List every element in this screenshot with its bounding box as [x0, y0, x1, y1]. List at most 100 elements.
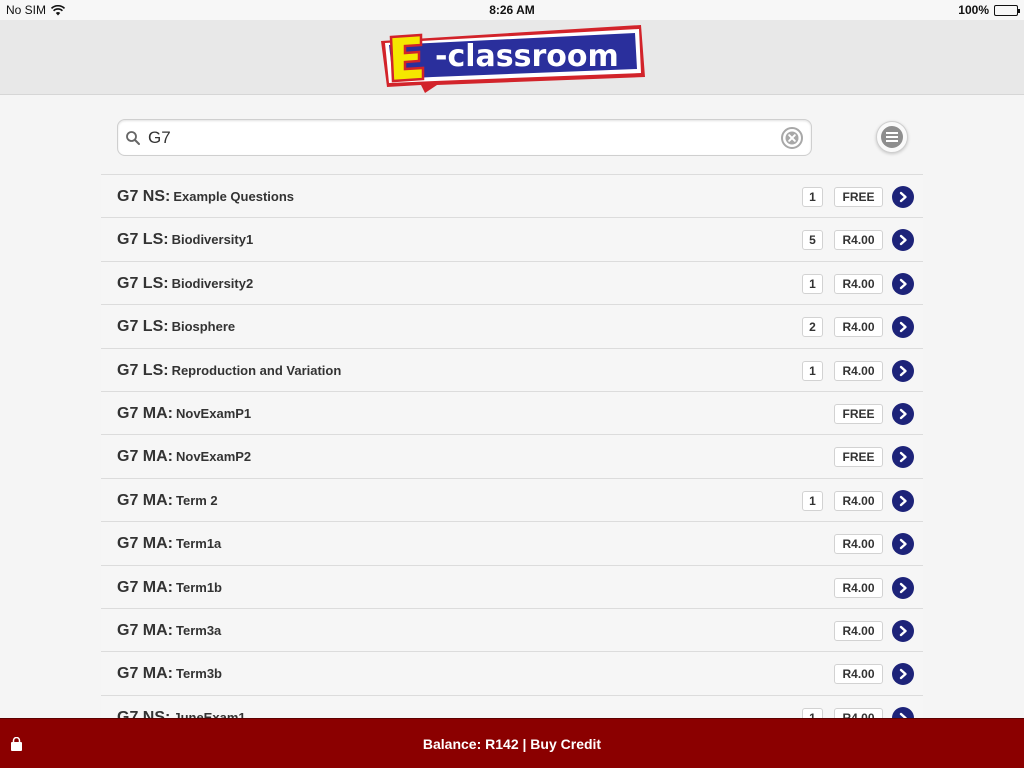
question-count-badge: 1 — [802, 490, 823, 511]
list-item-name: Term 2 — [176, 492, 218, 508]
list-item[interactable]: G7 MA: Term1a R4.00 — [101, 522, 923, 566]
list-item-code: G7 LS: — [117, 274, 169, 292]
list-item[interactable]: G7 LS: Biodiversity1 5 R4.00 — [101, 218, 923, 262]
svg-text:-classroom: -classroom — [435, 39, 619, 74]
list-item-name: Biodiversity2 — [171, 275, 254, 291]
status-time: 8:26 AM — [489, 3, 535, 17]
chevron-right-icon[interactable] — [892, 359, 914, 382]
list-item-code: G7 MA: — [117, 448, 173, 466]
list-item-code: G7 LS: — [117, 361, 169, 379]
chevron-right-icon[interactable] — [892, 229, 914, 252]
chevron-right-icon[interactable] — [892, 272, 914, 295]
chevron-right-icon[interactable] — [892, 402, 914, 425]
list-item-name: NovExamP1 — [176, 405, 252, 421]
list-item-title: G7 LS: Reproduction and Variation — [117, 362, 341, 380]
status-right: 100% — [958, 3, 1020, 17]
menu-button[interactable] — [876, 121, 908, 153]
list-item[interactable]: G7 MA: Term1b R4.00 — [101, 565, 923, 609]
price-badge: R4.00 — [834, 317, 883, 338]
list-item[interactable]: G7 NS: JuneExam1 1 R4.00 — [101, 695, 923, 718]
shopping-bag-icon — [11, 737, 22, 751]
price-badge: FREE — [834, 447, 883, 468]
question-count-badge: 1 — [802, 360, 823, 381]
price-badge: R4.00 — [834, 360, 883, 381]
list-item[interactable]: G7 MA: Term3a R4.00 — [101, 608, 923, 653]
list-item-code: G7 MA: — [117, 665, 173, 683]
price-badge: FREE — [834, 187, 883, 207]
list-item-title: G7 LS: Biodiversity1 — [117, 231, 253, 249]
chevron-right-icon[interactable] — [892, 186, 914, 208]
chevron-right-icon[interactable] — [892, 706, 914, 718]
list-item[interactable]: G7 LS: Biosphere 2 R4.00 — [101, 305, 923, 349]
list-item-title: G7 LS: Biodiversity2 — [117, 275, 253, 293]
price-badge: R4.00 — [834, 577, 883, 598]
list-item-code: G7 NS: — [117, 188, 171, 205]
list-item-name: Term3b — [176, 666, 222, 682]
list-item[interactable]: G7 NS: Example Questions 1 FREE — [101, 175, 923, 219]
price-badge: R4.00 — [834, 534, 883, 555]
list-item[interactable]: G7 MA: NovExamP2 FREE — [101, 435, 923, 479]
search-input[interactable] — [148, 122, 768, 153]
battery-icon — [994, 4, 1020, 16]
price-badge: FREE — [834, 403, 883, 424]
question-count-badge: 2 — [802, 317, 823, 338]
chevron-right-icon[interactable] — [892, 316, 914, 339]
price-badge: R4.00 — [834, 490, 883, 511]
list-item-name: JuneExam1 — [173, 709, 246, 718]
chevron-right-icon[interactable] — [892, 619, 914, 642]
list-item-title: G7 MA: NovExamP1 — [117, 405, 251, 423]
question-count-badge: 1 — [802, 187, 823, 207]
list-item-title: G7 MA: Term1b — [117, 579, 222, 597]
balance-bar[interactable]: Balance: R142 | Buy Credit — [0, 718, 1024, 768]
list-item[interactable]: G7 LS: Biodiversity2 1 R4.00 — [101, 261, 923, 306]
list-item[interactable]: G7 MA: Term3b R4.00 — [101, 652, 923, 696]
price-badge: R4.00 — [834, 664, 883, 685]
chevron-right-icon[interactable] — [892, 489, 914, 512]
eclassroom-logo[interactable]: -classroom — [377, 23, 647, 93]
list-item-title: G7 MA: NovExamP2 — [117, 448, 251, 466]
chevron-right-icon[interactable] — [892, 576, 914, 599]
status-bar: No SIM 8:26 AM 100% — [0, 0, 1024, 20]
chevron-right-icon[interactable] — [892, 533, 914, 556]
list-item[interactable]: G7 MA: Term 2 1 R4.00 — [101, 478, 923, 523]
clear-search-icon[interactable] — [781, 127, 803, 149]
price-badge: R4.00 — [834, 707, 883, 718]
list-item-name: NovExamP2 — [176, 449, 252, 465]
list-item-name: Example Questions — [173, 189, 294, 204]
list-item-code: G7 MA: — [117, 621, 173, 639]
search-bar[interactable] — [117, 119, 812, 156]
list-item-code: G7 MA: — [117, 491, 173, 509]
list-item-code: G7 MA: — [117, 535, 173, 553]
question-count-badge: 1 — [802, 707, 823, 718]
list-item-title: G7 LS: Biosphere — [117, 318, 235, 336]
list-item-name: Term3a — [176, 622, 222, 638]
list-item[interactable]: G7 MA: NovExamP1 FREE — [101, 391, 923, 436]
list-item-code: G7 LS: — [117, 231, 169, 249]
chevron-right-icon[interactable] — [892, 446, 914, 469]
list-item-name: Biodiversity1 — [171, 232, 254, 248]
menu-icon — [881, 126, 903, 148]
list-item-title: G7 MA: Term3a — [117, 622, 221, 640]
list-item[interactable]: G7 LS: Reproduction and Variation 1 R4.00 — [101, 348, 923, 392]
list-item-code: G7 NS: — [117, 708, 171, 718]
exam-list: G7 NS: Example Questions 1 FREE G7 LS: Biodiv… — [101, 174, 923, 718]
list-item-code: G7 MA: — [117, 578, 173, 596]
list-item-name: Term1b — [176, 579, 222, 595]
price-badge: R4.00 — [834, 273, 883, 294]
price-badge: R4.00 — [834, 230, 883, 251]
list-item-title: G7 NS: JuneExam1 — [117, 709, 246, 718]
price-badge: R4.00 — [834, 620, 883, 641]
chevron-right-icon[interactable] — [892, 663, 914, 686]
list-item-title: G7 MA: Term1a — [117, 535, 221, 553]
list-item-title: G7 MA: Term 2 — [117, 492, 218, 510]
list-item-code: G7 LS: — [117, 318, 169, 336]
list-item-name: Reproduction and Variation — [171, 362, 342, 378]
list-item-title: G7 MA: Term3b — [117, 665, 222, 683]
list-item-title: G7 NS: Example Questions — [117, 188, 294, 206]
search-icon — [126, 130, 140, 145]
question-count-badge: 5 — [802, 230, 823, 251]
header: -classroom — [0, 20, 1024, 95]
balance-text: Balance: R142 | Buy Credit — [422, 735, 602, 752]
question-count-badge: 1 — [802, 273, 823, 294]
list-item-name: Term1a — [176, 536, 222, 552]
